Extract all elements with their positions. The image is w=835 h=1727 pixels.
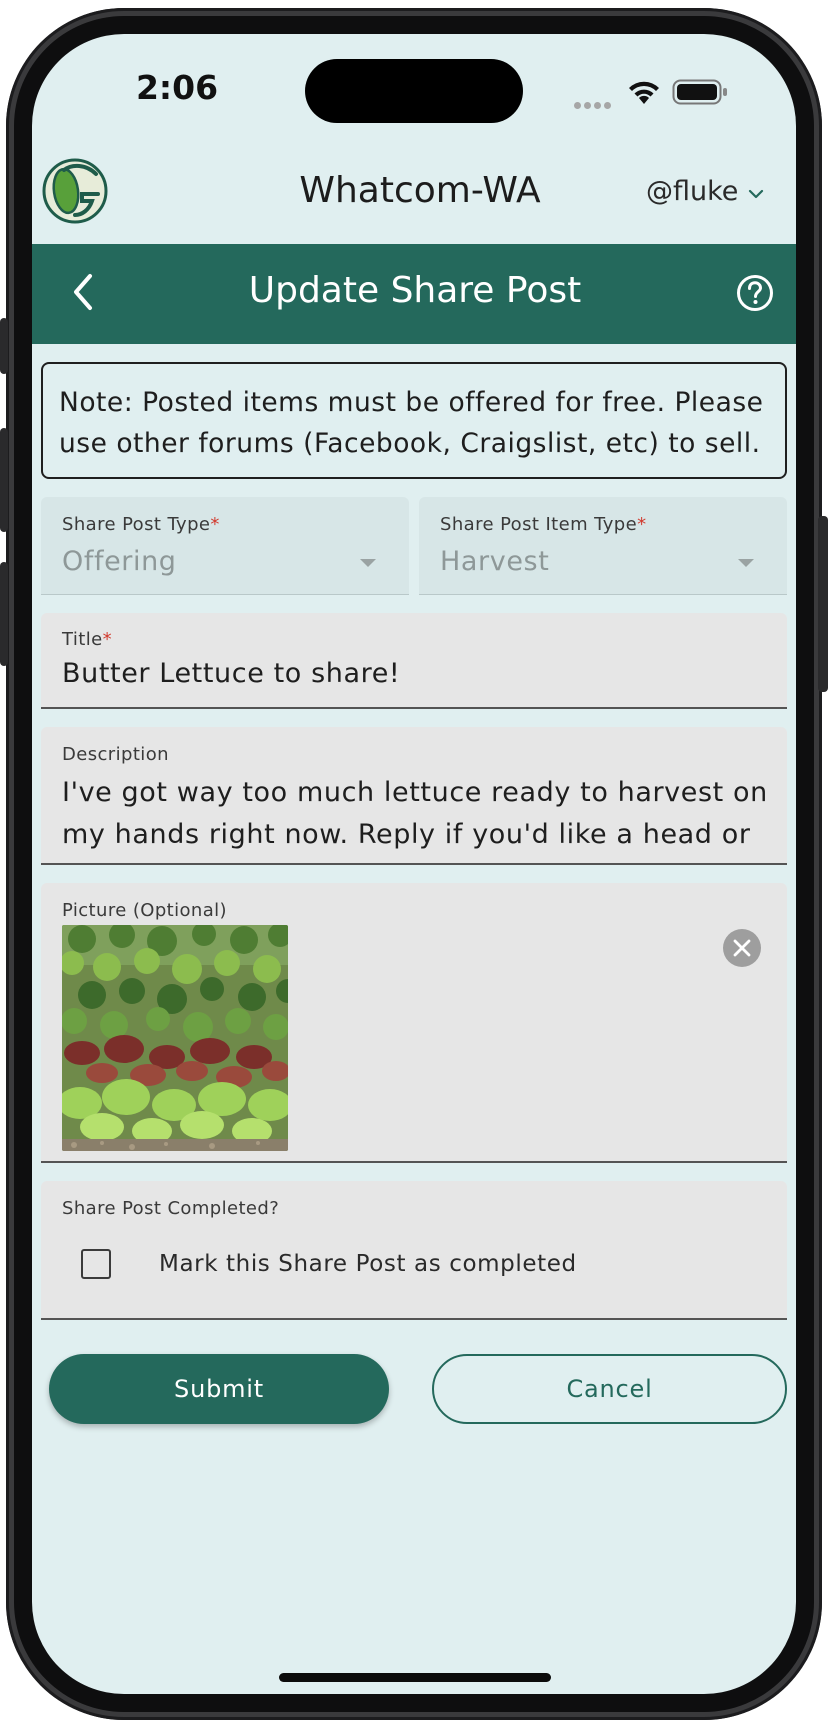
wifi-icon (629, 81, 659, 104)
required-marker: * (210, 514, 220, 535)
action-button (0, 318, 8, 374)
completed-label: Share Post Completed? (62, 1198, 280, 1219)
back-arrow-icon[interactable] (68, 272, 98, 312)
share-post-item-type-value: Harvest (440, 546, 550, 577)
required-marker: * (637, 514, 647, 535)
user-menu-label[interactable]: @fluke (646, 176, 738, 207)
app-logo-icon[interactable] (42, 158, 108, 224)
free-items-note: Note: Posted items must be offered for f… (41, 362, 787, 479)
close-icon (733, 939, 751, 957)
lettuce-photo[interactable] (62, 925, 288, 1151)
description-label: Description (62, 744, 169, 765)
home-indicator[interactable] (279, 1673, 551, 1682)
dynamic-island (305, 59, 523, 123)
battery-icon (672, 79, 727, 105)
title-value: Butter Lettuce to share! (62, 658, 401, 689)
title-label: Title* (62, 629, 112, 650)
cancel-button[interactable]: Cancel (432, 1354, 787, 1424)
submit-button[interactable]: Submit (49, 1354, 389, 1424)
completed-checkbox-label[interactable]: Mark this Share Post as completed (159, 1251, 577, 1277)
required-marker: * (102, 629, 112, 650)
region-title: Whatcom-WA (299, 170, 541, 211)
volume-up-button (0, 428, 8, 532)
volume-down-button (0, 562, 8, 666)
dropdown-arrow-icon (360, 559, 376, 567)
picture-label: Picture (Optional) (62, 900, 227, 921)
dropdown-arrow-icon (738, 559, 754, 567)
share-post-item-type-label: Share Post Item Type* (440, 514, 647, 535)
status-time: 2:06 (135, 68, 219, 107)
power-button (818, 516, 828, 692)
description-value: I've got way too much lettuce ready to h… (62, 777, 768, 850)
cellular-signal-icon (574, 94, 614, 109)
share-post-type-label: Share Post Type* (62, 514, 220, 535)
share-post-type-value: Offering (62, 546, 177, 577)
page-title: Update Share Post (248, 270, 582, 311)
help-icon[interactable] (736, 274, 774, 312)
remove-picture-button[interactable] (723, 929, 761, 967)
chevron-down-icon[interactable] (748, 186, 764, 202)
completed-checkbox[interactable] (81, 1249, 111, 1279)
